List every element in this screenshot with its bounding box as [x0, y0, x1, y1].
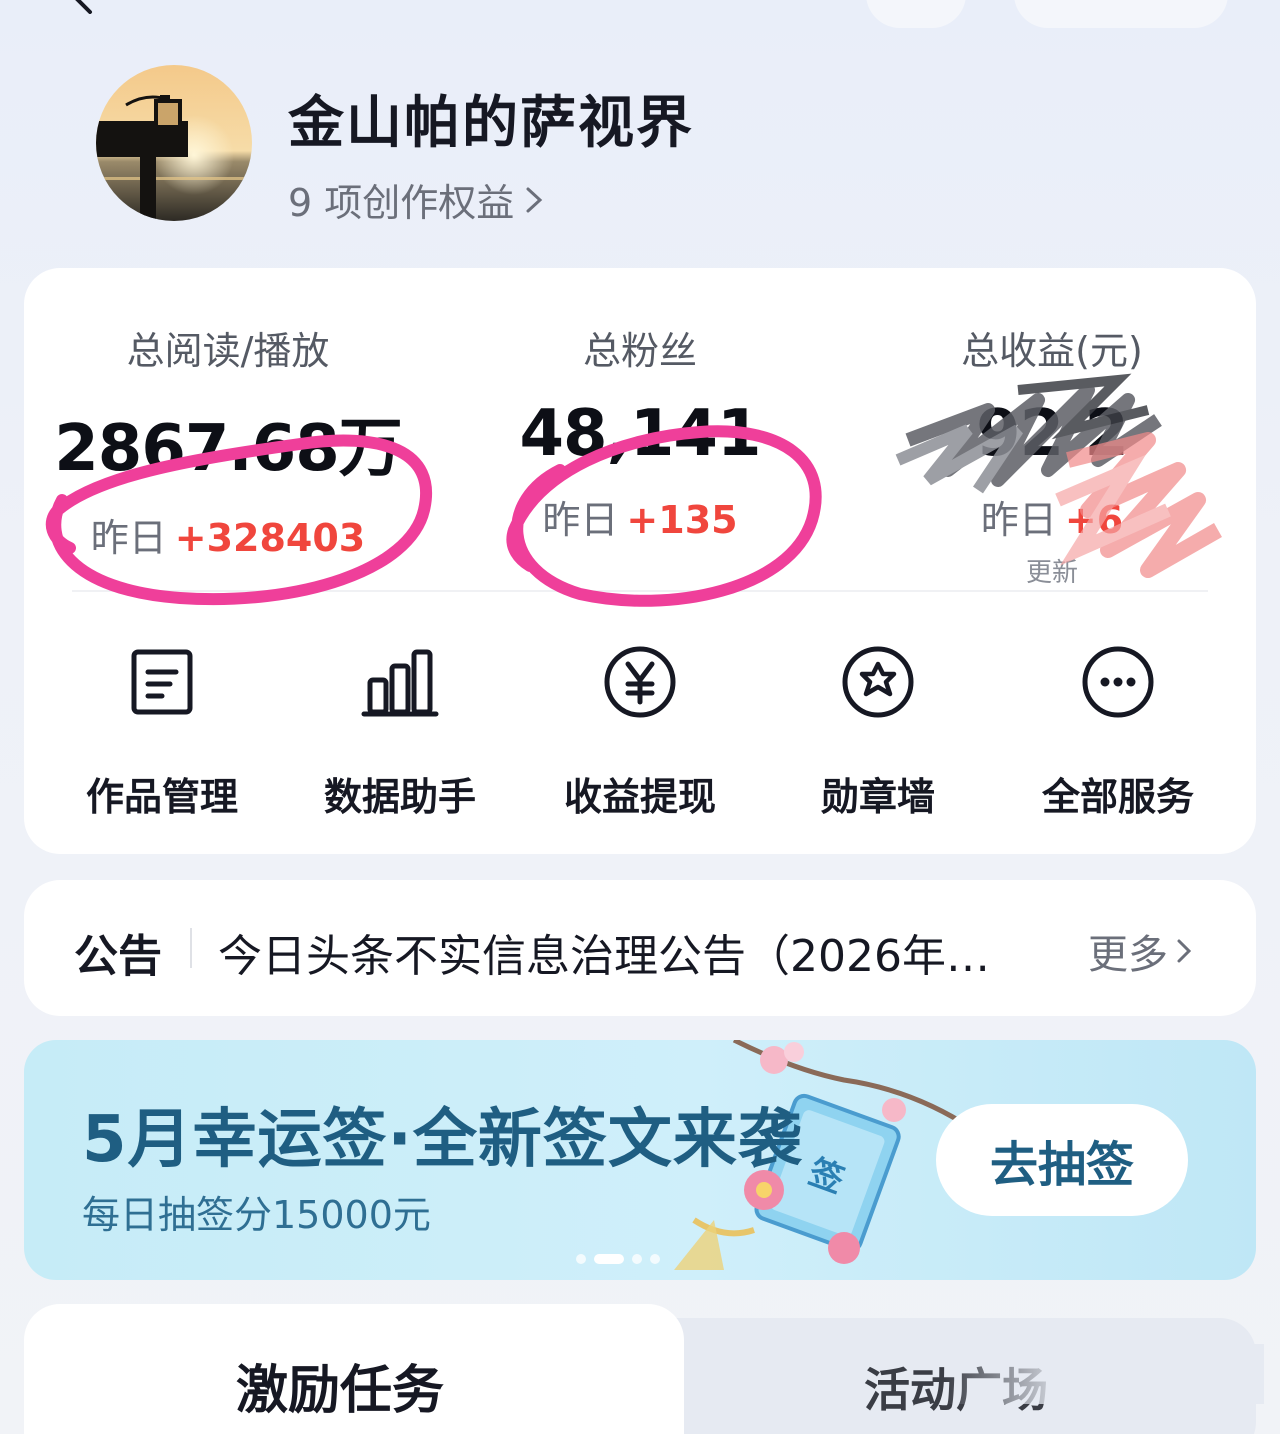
stats-divider: [72, 590, 1208, 592]
notice-card[interactable]: 公告 今日头条不实信息治理公告（2026年… 更多: [24, 880, 1256, 1016]
stat-income-yesterday: 昨日 +6: [862, 489, 1242, 544]
document-icon: [131, 649, 193, 715]
service-works-management[interactable]: 作品管理: [52, 642, 272, 821]
pagination-dot-active[interactable]: [594, 1254, 624, 1264]
yesterday-delta: +6: [1064, 498, 1124, 542]
service-label: 勋章墙: [820, 775, 935, 819]
stat-income-label: 总收益(元): [961, 329, 1143, 373]
chevron-right-icon: [526, 187, 543, 212]
avatar[interactable]: [96, 65, 252, 221]
yesterday-label: 昨日: [542, 498, 619, 542]
stat-income-update-note: 更新: [1025, 558, 1078, 588]
chevron-right-icon: [1177, 939, 1192, 963]
service-label: 全部服务: [1041, 775, 1194, 819]
stat-income-value: 92 2: [976, 397, 1129, 471]
stat-fans[interactable]: 总粉丝 48,141 昨日 +135: [450, 320, 830, 544]
rights-link-label: 9 项创作权益: [288, 181, 515, 225]
rights-link[interactable]: 9 项创作权益: [288, 172, 546, 227]
task-tabs: 激励任务 活动广场: [24, 1304, 1264, 1434]
yesterday-delta: +135: [626, 498, 738, 542]
service-label: 作品管理: [85, 775, 238, 819]
top-action-pill[interactable]: [866, 0, 966, 28]
service-withdraw[interactable]: 收益提现: [530, 642, 750, 821]
stat-fans-yesterday: 昨日 +135: [450, 489, 830, 544]
medal-icon: [842, 646, 914, 718]
tab-label-fade: [944, 1344, 1264, 1404]
notice-text[interactable]: 今日头条不实信息治理公告（2026年…: [218, 920, 1048, 984]
pagination-dot[interactable]: [576, 1254, 586, 1264]
stat-fans-label: 总粉丝: [582, 329, 697, 373]
lucky-draw-banner[interactable]: 签 5月幸运签·全新签文来袭 每日抽签分15000元 去抽签: [24, 1040, 1256, 1280]
service-label: 数据助手: [323, 775, 476, 819]
notice-more-link[interactable]: 更多: [1088, 922, 1194, 980]
bar-chart-icon: [361, 649, 439, 717]
service-all-services[interactable]: 全部服务: [1008, 642, 1228, 821]
notice-tag: 公告: [74, 931, 162, 982]
stats-card: 总阅读/播放 2867.68万 昨日 +328403 总粉丝 48,141 昨日 +…: [24, 268, 1256, 854]
notice-more-label: 更多: [1088, 932, 1168, 978]
yen-icon: [604, 646, 676, 718]
notice-separator: [190, 928, 192, 968]
service-medal-wall[interactable]: 勋章墙: [768, 642, 988, 821]
yesterday-delta: +328403: [174, 516, 366, 560]
draw-lot-button[interactable]: 去抽签: [936, 1104, 1188, 1216]
stat-reads-value: 2867.68万: [54, 412, 403, 486]
chevron-left-icon[interactable]: [68, 0, 100, 14]
profile-name: 金山帕的萨视界: [288, 91, 694, 156]
service-label: 收益提现: [563, 775, 716, 819]
sunset-pier-avatar-icon: [96, 65, 252, 221]
service-data-assistant[interactable]: 数据助手: [290, 642, 510, 821]
more-icon: [1082, 646, 1154, 718]
yesterday-label: 昨日: [90, 516, 167, 560]
yesterday-label: 昨日: [980, 498, 1057, 542]
pagination-dot[interactable]: [650, 1254, 660, 1264]
top-action-pill-wide[interactable]: [1014, 0, 1228, 28]
stat-reads-label: 总阅读/播放: [126, 329, 330, 373]
stat-reads-yesterday: 昨日 +328403: [38, 507, 418, 562]
banner-subtitle: 每日抽签分15000元: [82, 1193, 431, 1237]
pagination-dot[interactable]: [632, 1254, 642, 1264]
stat-income[interactable]: 总收益(元) 92 2 昨日 +6 更新: [862, 320, 1242, 589]
banner-pagination: [576, 1254, 660, 1264]
stat-fans-value: 48,141: [519, 397, 762, 471]
stat-reads[interactable]: 总阅读/播放 2867.68万 昨日 +328403: [38, 320, 418, 562]
banner-title: 5月幸运签·全新签文来袭: [82, 1103, 803, 1177]
tab-incentive-tasks-label: 激励任务: [236, 1361, 445, 1421]
top-bar: [0, 0, 1280, 40]
